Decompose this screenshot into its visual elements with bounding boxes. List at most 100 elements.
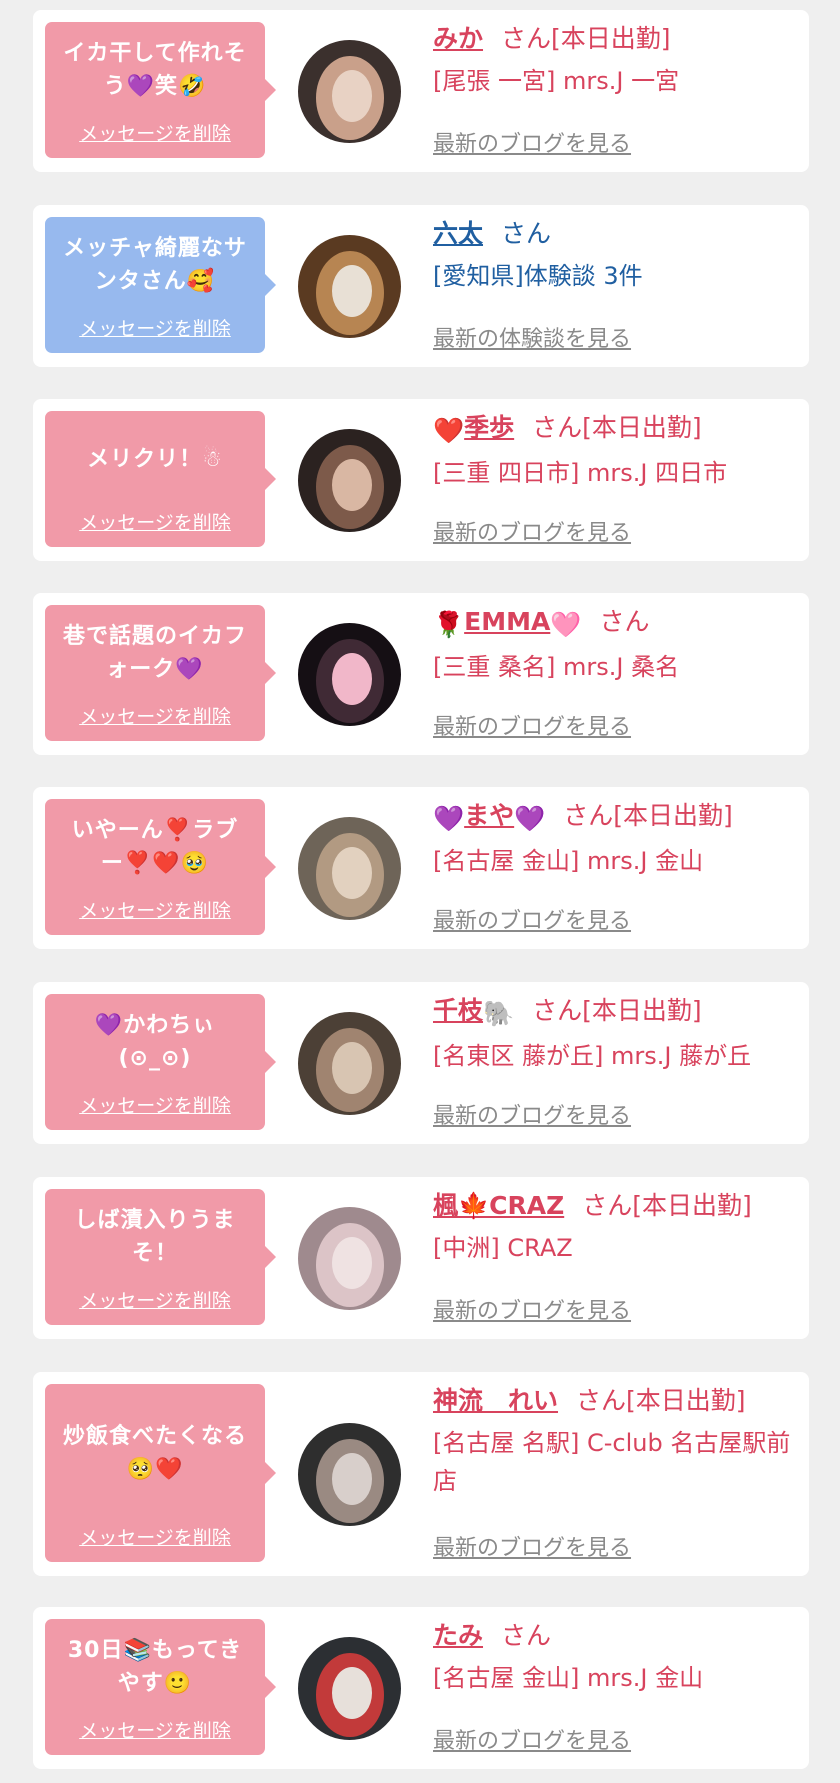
- message-bubble: イカ干して作れそ う💜笑🤣 メッセージを削除: [45, 22, 276, 158]
- message-text: 巷で話題のイカフ: [62, 624, 247, 649]
- honorific-status: さん: [501, 1621, 552, 1650]
- message-text: メリクリ！☃: [87, 447, 223, 472]
- avatar[interactable]: [298, 1207, 401, 1310]
- portrait-photo: [298, 1423, 401, 1526]
- member-info: 六太 さん [愛知県]体験談 3件: [433, 217, 799, 295]
- shop-info: [名古屋 名駅] C-club 名古屋駅前店: [433, 1429, 791, 1495]
- message-text: いやーん❣️ラブ: [71, 818, 239, 843]
- message-bubble: 巷で話題のイカフ ォーク💜 メッセージを削除: [45, 605, 276, 741]
- bottle-woman-photo: [298, 1012, 401, 1115]
- message-text: そ！: [131, 1241, 178, 1266]
- honorific-status: さん[本日出勤]: [501, 24, 671, 53]
- delete-message-link[interactable]: メッセージを削除: [45, 119, 265, 146]
- latest-post-link[interactable]: 最新のブログを見る: [433, 1098, 631, 1130]
- message-text: ォーク💜: [106, 657, 204, 682]
- member-info: ❤️季歩 さん[本日出勤] [三重 四日市] mrs.J 四日市: [433, 411, 799, 492]
- shop-info: [愛知県]体験談 3件: [433, 262, 643, 290]
- member-name-link[interactable]: 💜まや💜: [433, 801, 545, 833]
- member-name-link[interactable]: ❤️季歩: [433, 413, 515, 445]
- latest-post-link[interactable]: 最新のブログを見る: [433, 126, 631, 158]
- message-bubble: メリクリ！☃ メッセージを削除: [45, 411, 276, 547]
- member-name-link[interactable]: 楓🍁CRAZ: [433, 1191, 564, 1220]
- love-you-photo: [298, 429, 401, 532]
- shop-info: [名東区 藤が丘] mrs.J 藤が丘: [433, 1042, 752, 1070]
- member-name-link[interactable]: たみ: [433, 1621, 483, 1650]
- avatar[interactable]: [298, 623, 401, 726]
- latest-post-link[interactable]: 最新の体験談を見る: [433, 321, 631, 353]
- honorific-status: さん[本日出勤]: [576, 1386, 746, 1415]
- member-info: 神流 れい さん[本日出勤] [名古屋 名駅] C-club 名古屋駅前店: [433, 1384, 799, 1500]
- latest-post-link[interactable]: 最新のブログを見る: [433, 515, 631, 547]
- message-card: メッチャ綺麗なサ ンタさん🥰 メッセージを削除 六太 さん [愛知県]体験談 3件 最新の体…: [33, 205, 809, 367]
- latest-post-link[interactable]: 最新のブログを見る: [433, 903, 631, 935]
- woman-with-cat-photo: [298, 40, 401, 143]
- message-text: 30日📚もってき: [67, 1638, 243, 1663]
- delete-message-link[interactable]: メッセージを削除: [45, 1091, 265, 1118]
- delete-message-link[interactable]: メッセージを削除: [45, 314, 265, 341]
- shop-info: [名古屋 金山] mrs.J 金山: [433, 847, 704, 875]
- message-bubble: 💜かわちぃ (⊙_⊙) メッセージを削除: [45, 994, 276, 1130]
- latest-post-link[interactable]: 最新のブログを見る: [433, 1723, 631, 1755]
- member-name: 千枝: [433, 996, 484, 1025]
- message-text: 💜かわちぃ: [94, 1013, 216, 1038]
- member-info: みか さん[本日出勤] [尾張 一宮] mrs.J 一宮: [433, 22, 799, 100]
- honorific-status: さん[本日出勤]: [563, 801, 733, 830]
- name-prefix-icon: 💜: [433, 804, 465, 833]
- avatar[interactable]: [298, 1423, 401, 1526]
- member-name: みか: [433, 24, 484, 53]
- member-name: 神流 れい: [433, 1386, 559, 1415]
- name-prefix-icon: ❤️: [433, 416, 465, 445]
- name-row: 六太 さん: [433, 217, 799, 251]
- delete-message-link[interactable]: メッセージを削除: [45, 1286, 265, 1313]
- avatar[interactable]: [298, 235, 401, 338]
- name-row: 楓🍁CRAZ さん[本日出勤]: [433, 1189, 799, 1223]
- member-name: 六太: [433, 219, 484, 248]
- member-name: 楓🍁CRAZ: [433, 1191, 565, 1220]
- name-row: 神流 れい さん[本日出勤]: [433, 1384, 799, 1418]
- shop-info: [中洲] CRAZ: [433, 1234, 573, 1262]
- member-name-link[interactable]: 千枝🐘: [433, 996, 514, 1028]
- message-card: 30日📚もってき やす🙂 メッセージを削除 たみ さん [名古屋 金山] mrs.J 金山…: [33, 1607, 809, 1769]
- avatar[interactable]: [298, 817, 401, 920]
- message-bubble: 炒飯食べたくなる 🥺❤️ メッセージを削除: [45, 1384, 276, 1562]
- message-bubble: いやーん❣️ラブ ー❣️❤️🥹 メッセージを削除: [45, 799, 276, 935]
- message-list: イカ干して作れそ う💜笑🤣 メッセージを削除 みか さん[本日出勤] [尾張 一宮] mr…: [0, 0, 840, 1783]
- table-photo: [298, 235, 401, 338]
- name-prefix-icon: 🌹: [433, 610, 465, 639]
- resting-woman-photo: [298, 1207, 401, 1310]
- honorific-status: さん[本日出勤]: [532, 413, 702, 442]
- message-text: しば漬入りうま: [74, 1208, 236, 1233]
- member-name: たみ: [433, 1621, 484, 1650]
- honorific-status: さん[本日出勤]: [532, 996, 702, 1025]
- avatar[interactable]: [298, 1012, 401, 1115]
- latest-post-link[interactable]: 最新のブログを見る: [433, 1530, 631, 1562]
- member-name-link[interactable]: 神流 れい: [433, 1386, 558, 1415]
- delete-message-link[interactable]: メッセージを削除: [45, 1716, 265, 1743]
- member-name: 季歩: [464, 413, 515, 442]
- member-name-link[interactable]: みか: [433, 24, 483, 53]
- member-name-link[interactable]: 六太: [433, 219, 483, 248]
- name-suffix-icon: 🐘: [483, 999, 515, 1028]
- delete-message-link[interactable]: メッセージを削除: [45, 702, 265, 729]
- avatar[interactable]: [298, 40, 401, 143]
- delete-message-link[interactable]: メッセージを削除: [45, 896, 265, 923]
- message-card: しば漬入りうま そ！ メッセージを削除 楓🍁CRAZ さん[本日出勤] [中洲] CRAZ…: [33, 1177, 809, 1339]
- name-row: 🌹EMMA🩷 さん: [433, 605, 799, 642]
- name-row: たみ さん: [433, 1619, 799, 1653]
- avatar[interactable]: [298, 1637, 401, 1740]
- latest-post-link[interactable]: 最新のブログを見る: [433, 709, 631, 741]
- member-name-link[interactable]: 🌹EMMA🩷: [433, 607, 581, 639]
- delete-message-link[interactable]: メッセージを削除: [45, 508, 265, 535]
- name-row: 💜まや💜 さん[本日出勤]: [433, 799, 799, 836]
- honorific-status: さん: [501, 219, 552, 248]
- delete-message-link[interactable]: メッセージを削除: [45, 1523, 265, 1550]
- name-suffix-icon: 💜: [514, 804, 546, 833]
- member-info: 🌹EMMA🩷 さん [三重 桑名] mrs.J 桑名: [433, 605, 799, 686]
- emma-photo: [298, 623, 401, 726]
- shop-info: [三重 四日市] mrs.J 四日市: [433, 459, 728, 487]
- latest-post-link[interactable]: 最新のブログを見る: [433, 1293, 631, 1325]
- member-name: まや: [464, 801, 515, 830]
- avatar[interactable]: [298, 429, 401, 532]
- member-info: たみ さん [名古屋 金山] mrs.J 金山: [433, 1619, 799, 1697]
- name-row: 千枝🐘 さん[本日出勤]: [433, 994, 799, 1031]
